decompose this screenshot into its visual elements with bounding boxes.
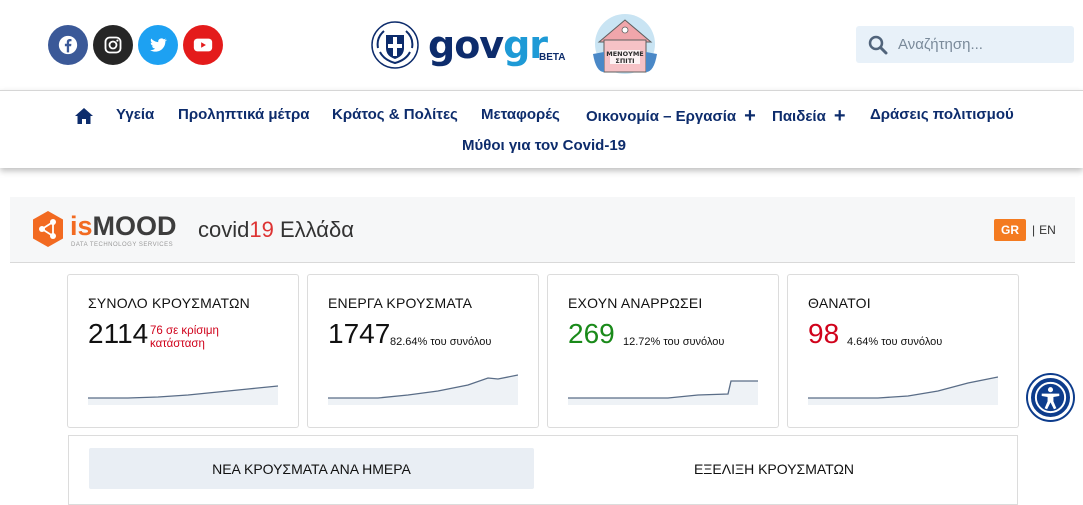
card-note: 76 σε κρίσιμη κατάσταση — [150, 325, 219, 350]
stat-card-total-cases: ΣΥΝΟΛΟ ΚΡΟΥΣΜΑΤΩΝ 2114 76 σε κρίσιμη κατ… — [67, 274, 299, 428]
svg-text:ΣΠΙΤΙ: ΣΠΙΤΙ — [615, 57, 634, 65]
stat-card-deaths: ΘΑΝΑΤΟΙ 98 4.64% του συνόλου — [787, 274, 1019, 428]
language-switcher: GR | EN — [994, 219, 1056, 241]
card-subtext: 12.72% του συνόλου — [623, 336, 725, 348]
chart-tabs: ΝΕΑ ΚΡΟΥΣΜΑΤΑ ΑΝΑ ΗΜΕΡΑ ΕΞΕΛΙΞΗ ΚΡΟΥΣΜΑΤ… — [68, 435, 1018, 505]
search-icon[interactable] — [868, 35, 888, 55]
top-header: govgr BETA ΜΕΝΟΥΜΕ ΣΠΙΤΙ — [0, 0, 1083, 90]
expand-icon[interactable]: + — [744, 106, 756, 126]
twitter-icon[interactable] — [138, 25, 178, 65]
accessibility-icon[interactable] — [1028, 375, 1073, 420]
sparkline-chart — [88, 385, 278, 405]
ismood-logo[interactable]: isMOOD DATA TECHNOLOGY SERVICES — [30, 209, 180, 251]
stat-card-active-cases: ΕΝΕΡΓΑ ΚΡΟΥΣΜΑΤΑ 1747 82.64% του συνόλου — [307, 274, 539, 428]
nav-item-health[interactable]: Υγεία — [116, 106, 154, 123]
card-value: 2114 — [88, 318, 149, 349]
sparkline-chart — [568, 380, 758, 405]
lang-separator: | — [1032, 223, 1036, 237]
card-value: 98 — [808, 318, 840, 349]
dashboard-title: covid19 Ελλάδα — [198, 217, 354, 242]
home-icon[interactable] — [74, 107, 94, 125]
tab-new-cases-per-day[interactable]: ΝΕΑ ΚΡΟΥΣΜΑΤΑ ΑΝΑ ΗΜΕΡΑ — [89, 448, 534, 489]
nav-item-covid-myths[interactable]: Μύθοι για τον Covid-19 — [462, 137, 626, 154]
lang-gr-button[interactable]: GR — [994, 219, 1026, 241]
govgr-wordmark: govgr — [428, 23, 548, 67]
facebook-icon[interactable] — [48, 25, 88, 65]
instagram-icon[interactable] — [93, 25, 133, 65]
card-title: ΘΑΝΑΤΟΙ — [808, 295, 871, 311]
ismood-wordmark: isMOOD — [70, 211, 177, 241]
nav-item-prevention[interactable]: Προληπτικά μέτρα — [178, 106, 310, 123]
expand-icon[interactable]: + — [834, 106, 846, 126]
card-subtext: 82.64% του συνόλου — [390, 336, 492, 348]
card-title: ΕΝΕΡΓΑ ΚΡΟΥΣΜΑΤΑ — [328, 295, 473, 311]
sparkline-chart — [328, 374, 518, 405]
card-value: 269 — [568, 318, 615, 349]
card-value: 1747 — [328, 318, 391, 349]
nav-item-label: Παιδεία — [772, 107, 826, 125]
youtube-icon[interactable] — [183, 25, 223, 65]
card-title: ΣΥΝΟΛΟ ΚΡΟΥΣΜΑΤΩΝ — [88, 295, 250, 311]
lang-en-button[interactable]: EN — [1039, 223, 1056, 237]
search-input[interactable] — [898, 36, 1058, 53]
ismood-tagline: DATA TECHNOLOGY SERVICES — [71, 242, 174, 248]
greek-emblem-icon — [371, 21, 419, 69]
stay-home-logo: ΜΕΝΟΥΜΕ ΣΠΙΤΙ — [593, 14, 657, 74]
card-subtext: 4.64% του συνόλου — [847, 336, 943, 348]
card-title: ΕΧΟΥΝ ΑΝΑΡΡΩΣΕΙ — [568, 295, 703, 311]
nav-item-culture[interactable]: Δράσεις πολιτισμού — [870, 106, 1014, 123]
sparkline-chart — [808, 376, 998, 405]
main-navigation: Υγεία Προληπτικά μέτρα Κράτος & Πολίτες … — [0, 90, 1083, 168]
beta-badge: BETA — [539, 52, 566, 63]
nav-item-economy-labor[interactable]: Οικονομία – Εργασία + — [586, 106, 756, 126]
search-box[interactable] — [856, 26, 1074, 63]
nav-item-transport[interactable]: Μεταφορές — [481, 106, 560, 123]
stat-card-recovered: ΕΧΟΥΝ ΑΝΑΡΡΩΣΕΙ 269 12.72% του συνόλου — [547, 274, 779, 428]
covid-dashboard-header: isMOOD DATA TECHNOLOGY SERVICES covid19 … — [10, 197, 1075, 263]
nav-item-education[interactable]: Παιδεία + — [772, 106, 846, 126]
ismood-hexagon-icon — [33, 211, 63, 247]
nav-item-state-citizens[interactable]: Κράτος & Πολίτες — [332, 106, 458, 123]
nav-item-label: Οικονομία – Εργασία — [586, 107, 737, 125]
tab-cases-evolution[interactable]: ΕΞΕΛΙΞΗ ΚΡΟΥΣΜΑΤΩΝ — [594, 448, 954, 489]
